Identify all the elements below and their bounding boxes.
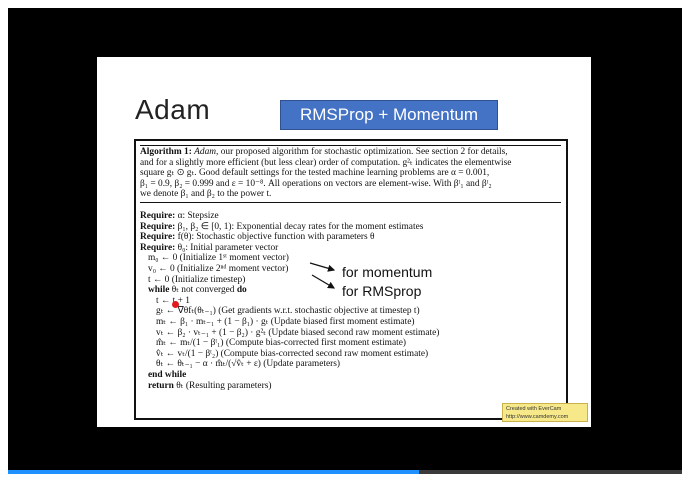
- evercam-watermark: Created with EverCam http://www.camdemy.…: [502, 403, 588, 422]
- video-progress-fill: [8, 470, 420, 474]
- slide-title: Adam: [135, 94, 211, 125]
- require-keyword: Require:: [140, 232, 176, 243]
- rmsprop-momentum-badge: RMSProp + Momentum: [280, 100, 498, 130]
- algorithm-body: Require: α: Stepsize Require: β₁, β₂ ∈ […: [140, 211, 561, 391]
- require-line: Require: β₁, β₂ ∈ [0, 1): Exponential de…: [140, 222, 561, 233]
- header-line-1-text: , our proposed algorithm for stochastic …: [216, 147, 508, 157]
- annotation-rmsprop: for RMSprop: [342, 283, 422, 299]
- algorithm-header: Algorithm 1: Adam, our proposed algorith…: [140, 145, 561, 203]
- algorithm-name: Adam: [194, 147, 217, 157]
- loop-line: m̂ₜ ← mₜ/(1 − βᵗ₁) (Compute bias-correct…: [156, 338, 407, 349]
- header-line-5: we denote β₁ and β₂ to the power t.: [140, 189, 272, 200]
- require-text: θ₀: Initial parameter vector: [177, 242, 279, 253]
- return-text: θₜ (Resulting parameters): [173, 380, 272, 391]
- init-m0-line: m₀ ← 0 (Initialize 1ˢᵗ moment vector): [148, 253, 289, 264]
- return-line: return θₜ (Resulting parameters): [140, 381, 561, 392]
- while-keyword: while: [148, 285, 170, 296]
- require-text: α: Stepsize: [177, 211, 219, 221]
- watermark-line-2: http://www.camdemy.com: [506, 414, 569, 420]
- loop-line: θₜ ← θₜ₋₁ − α · m̂ₜ/(√v̂ₜ + ε) (Update p…: [156, 359, 341, 370]
- require-line: Require: θ₀: Initial parameter vector: [140, 243, 561, 254]
- header-line-4: β₁ = 0.9, β₂ = 0.999 and ε = 10⁻⁸. All o…: [140, 178, 492, 189]
- return-keyword: return: [148, 380, 174, 391]
- loop-line: gₜ ← ∇θfₜ(θₜ₋₁) (Get gradients w.r.t. st…: [156, 306, 420, 317]
- watermark-line-1: Created with EverCam: [506, 406, 562, 412]
- do-keyword: do: [236, 285, 247, 296]
- end-while-line: end while: [148, 369, 187, 380]
- require-line: Require: α: Stepsize: [140, 211, 561, 222]
- require-keyword: Require:: [140, 221, 176, 232]
- require-text: β₁, β₂ ∈ [0, 1): Exponential decay rates…: [177, 221, 424, 232]
- header-line-3: square gₜ ⊙ gₜ. Good default settings fo…: [140, 168, 490, 179]
- loop-line: v̂ₜ ← vₜ/(1 − βᵗ₂) (Compute bias-correct…: [156, 348, 429, 359]
- require-line: Require: f(θ): Stochastic objective func…: [140, 232, 561, 243]
- loop-line: mₜ ← β₁ · mₜ₋₁ + (1 − β₁) · gₜ (Update b…: [156, 316, 415, 327]
- video-progress-bar[interactable]: [8, 470, 682, 474]
- require-keyword: Require:: [140, 211, 176, 221]
- video-player[interactable]: Adam RMSProp + Momentum Algorithm 1: Ada…: [8, 8, 682, 474]
- pointer-cursor-icon: [172, 301, 179, 308]
- loop-line: vₜ ← β₂ · vₜ₋₁ + (1 − β₂) · g²ₜ (Update …: [156, 327, 440, 338]
- header-line-1: Algorithm 1: Adam, our proposed algorith…: [140, 147, 561, 158]
- header-line-2: and for a slightly more efficient (but l…: [140, 157, 512, 168]
- require-text: f(θ): Stochastic objective function with…: [177, 232, 375, 243]
- require-keyword: Require:: [140, 242, 176, 253]
- algorithm-label: Algorithm 1:: [140, 147, 192, 157]
- lecture-slide: Adam RMSProp + Momentum Algorithm 1: Ada…: [97, 57, 591, 427]
- annotation-momentum: for momentum: [342, 264, 433, 280]
- while-condition: θₜ not converged: [169, 285, 237, 296]
